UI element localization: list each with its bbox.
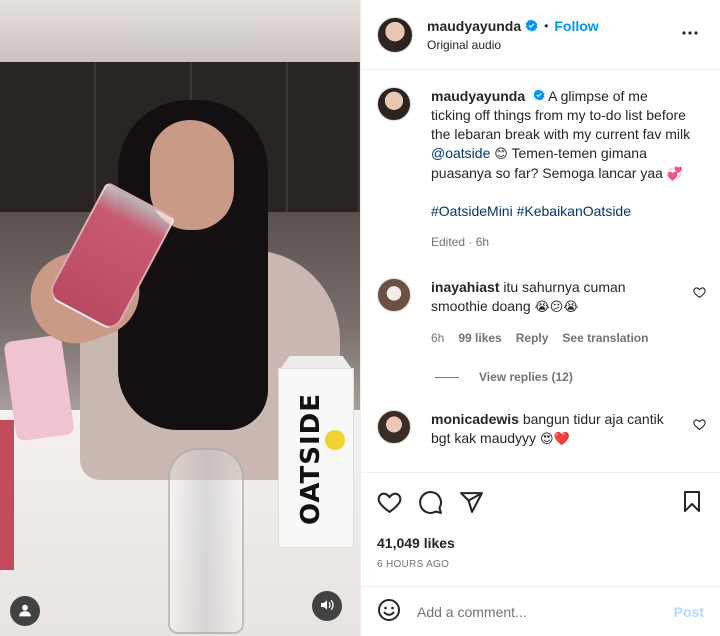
heart-icon[interactable] [377, 490, 402, 515]
view-replies-button[interactable]: View replies (12) [435, 370, 720, 384]
post-header: maudyayunda • Follow Original audio [361, 0, 720, 70]
caption-emoji: 😊 [494, 147, 508, 162]
comment-username[interactable]: monicadewis [431, 411, 519, 427]
reply-button[interactable]: Reply [516, 329, 549, 348]
hashtag-link[interactable]: #KebaikanOatside [517, 203, 631, 219]
author-username[interactable]: maudyayunda [427, 18, 521, 34]
caption-body: maudyayunda A glimpse of me ticking off … [431, 87, 691, 252]
bookmark-icon[interactable] [680, 490, 704, 514]
likes-count[interactable]: 41,049 likes [377, 535, 704, 551]
user-tag-button[interactable] [10, 596, 40, 626]
comment-emojis: 😍❤️ [539, 432, 570, 447]
view-replies-label: View replies (12) [479, 370, 573, 384]
comment-input[interactable] [417, 603, 674, 620]
post-timestamp[interactable]: 6 HOURS AGO [377, 559, 704, 570]
instagram-post-view: OATSIDE maudyayunda • Follow Original au… [0, 0, 720, 636]
post-comment-button[interactable]: Post [674, 604, 704, 620]
avatar[interactable] [377, 278, 411, 312]
replies-divider-line [435, 376, 459, 378]
comment-item: inayahiast itu sahurnya cuman smoothie d… [361, 278, 720, 348]
avatar[interactable] [377, 410, 411, 444]
empty-glass [168, 448, 244, 634]
heart-icon[interactable] [693, 286, 706, 302]
heart-icon[interactable] [693, 418, 706, 434]
comment-body: inayahiast itu sahurnya cuman smoothie d… [431, 278, 681, 348]
share-icon[interactable] [459, 490, 484, 515]
kitchen-cabinet [0, 62, 96, 212]
comment-body: monicadewis bangun tidur aja cantik bgt … [431, 410, 681, 449]
user-tag-icon [18, 603, 32, 620]
carton-brand-text: OATSIDE [296, 393, 326, 525]
see-translation-button[interactable]: See translation [562, 329, 648, 348]
more-options-icon [678, 31, 702, 48]
verified-badge-icon [525, 19, 538, 32]
caption-mention-link[interactable]: @oatside [431, 145, 490, 161]
audio-label[interactable]: Original audio [427, 38, 674, 52]
audio-toggle-button[interactable] [312, 591, 342, 621]
post-caption: maudyayunda A glimpse of me ticking off … [361, 71, 720, 252]
comment-item: monicadewis bangun tidur aja cantik bgt … [361, 410, 720, 449]
post-details-panel: maudyayunda • Follow Original audio maud… [360, 0, 720, 636]
header-top-row: maudyayunda • Follow [427, 18, 674, 34]
comment-emojis: 😭😕😭 [534, 300, 579, 315]
emoji-icon[interactable] [377, 598, 401, 625]
carton-sticker [325, 430, 345, 450]
red-cup [0, 420, 14, 570]
comment-meta: 6h 99 likes Reply See translation [431, 329, 681, 348]
action-buttons-row [377, 473, 704, 531]
edited-label: Edited · 6h [431, 235, 490, 249]
avatar[interactable] [377, 87, 411, 121]
caption-username[interactable]: maudyayunda [431, 88, 525, 104]
kitchen-cabinet-top [0, 0, 360, 62]
comment-username[interactable]: inayahiast [431, 279, 499, 295]
post-actions: 41,049 likes 6 HOURS AGO [361, 472, 720, 592]
comment-time[interactable]: 6h [431, 329, 444, 348]
follow-button[interactable]: Follow [554, 18, 598, 34]
hashtag-link[interactable]: #OatsideMini [431, 203, 513, 219]
comment-icon[interactable] [418, 490, 443, 515]
separator-dot: • [544, 18, 549, 33]
post-media[interactable]: OATSIDE [0, 0, 360, 636]
comment-likes[interactable]: 99 likes [458, 329, 501, 348]
avatar[interactable] [377, 16, 413, 53]
kitchen-cabinet [288, 62, 360, 212]
audio-icon [319, 597, 335, 616]
comment-composer: Post [361, 586, 720, 636]
comments-section[interactable]: maudyayunda A glimpse of me ticking off … [361, 71, 720, 466]
caption-emoji-2: 💞 [666, 167, 684, 182]
more-options-button[interactable] [674, 17, 706, 52]
caption-hashtags: #OatsideMini #KebaikanOatside [431, 202, 691, 221]
header-text: maudyayunda • Follow Original audio [427, 18, 674, 52]
verified-badge-icon [533, 89, 545, 101]
